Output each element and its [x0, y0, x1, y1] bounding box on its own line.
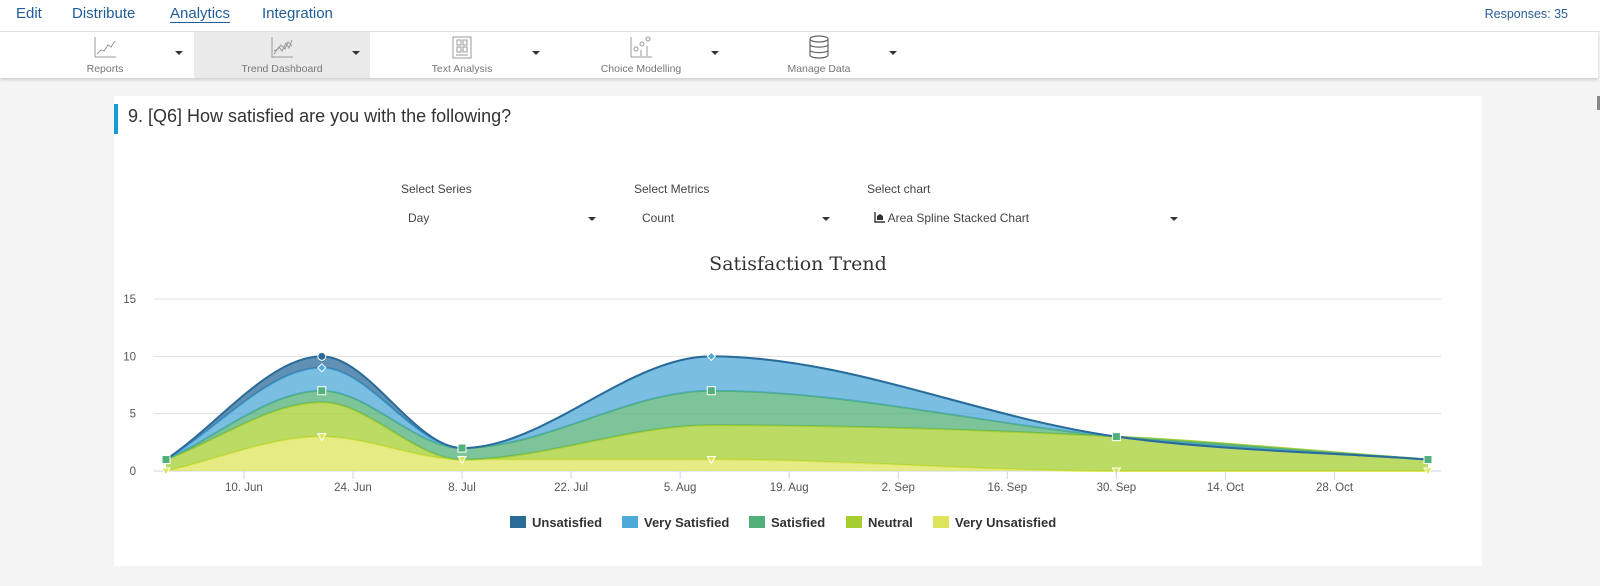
legend-swatch — [933, 516, 949, 528]
top-navigation: Edit Distribute Analytics Integration Re… — [0, 0, 1600, 32]
toolbar-reports-label: Reports — [86, 63, 124, 75]
legend-swatch — [749, 516, 765, 528]
legend-item[interactable]: Very Unsatisfied — [933, 515, 1056, 530]
satisfaction-trend-chart: Satisfaction Trend 0 5 10 15 10. Jun 24. Jun 8… — [123, 253, 1441, 530]
toolbar-trend-dashboard[interactable]: Trend Dashboard — [194, 32, 370, 78]
legend-label: Unsatisfied — [532, 515, 602, 530]
analytics-toolbar: Reports Trend Dashboard Text Analysis Ch… — [0, 32, 1598, 78]
legend-swatch — [622, 516, 638, 528]
x-tick-label: 5. Aug — [664, 482, 697, 494]
trend-chart-icon — [271, 37, 293, 58]
y-tick-label: 0 — [130, 466, 136, 478]
marker-satisfied — [317, 386, 327, 396]
chart-title: Satisfaction Trend — [709, 253, 887, 275]
legend-label: Neutral — [868, 515, 913, 530]
toolbar-choice-modelling-label: Choice Modelling — [600, 63, 682, 75]
tab-edit[interactable]: Edit — [16, 5, 42, 22]
marker-satisfied — [1111, 432, 1121, 442]
legend-item[interactable]: Unsatisfied — [510, 515, 602, 530]
toolbar-manage-data-label: Manage Data — [787, 63, 851, 75]
toolbar-manage-data[interactable]: Manage Data — [731, 32, 907, 78]
marker-unsatisfied — [317, 351, 327, 361]
x-tick-label: 2. Sep — [882, 482, 915, 494]
tab-analytics[interactable]: Analytics — [170, 5, 230, 22]
tab-distribute[interactable]: Distribute — [72, 5, 135, 22]
question-card: 9. [Q6] How satisfied are you with the f… — [114, 96, 1482, 566]
chevron-down-icon[interactable] — [532, 51, 540, 55]
x-tick-label: 16. Sep — [988, 482, 1028, 494]
x-tick-label: 14. Oct — [1207, 482, 1245, 494]
chevron-down-icon[interactable] — [175, 51, 183, 55]
x-tick-label: 10. Jun — [225, 482, 263, 494]
legend-item[interactable]: Neutral — [846, 515, 913, 530]
x-tick-label: 30. Sep — [1097, 482, 1137, 494]
y-tick-label: 15 — [123, 294, 136, 306]
text-analysis-icon — [452, 36, 472, 59]
line-chart-icon — [94, 37, 116, 58]
legend-label: Very Satisfied — [644, 515, 729, 530]
x-tick-label: 24. Jun — [334, 482, 372, 494]
legend-layer: Unsatisfied Very Satisfied Satisfied Neutra… — [510, 515, 1056, 530]
legend-swatch — [510, 516, 526, 528]
toolbar-text-analysis[interactable]: Text Analysis — [374, 32, 550, 78]
legend-item[interactable]: Satisfied — [749, 515, 825, 530]
y-tick-label: 5 — [130, 409, 136, 421]
toolbar-trend-dashboard-label: Trend Dashboard — [241, 63, 323, 75]
legend-item[interactable]: Very Satisfied — [622, 515, 729, 530]
toolbar-text-analysis-label: Text Analysis — [431, 63, 493, 75]
chevron-down-icon[interactable] — [352, 51, 360, 55]
toolbar-reports[interactable]: Reports — [17, 32, 193, 78]
toolbar-choice-modelling[interactable]: Choice Modelling — [553, 32, 729, 78]
x-tick-label: 19. Aug — [770, 482, 809, 494]
legend-label: Very Unsatisfied — [955, 515, 1056, 530]
tab-integration[interactable]: Integration — [262, 5, 333, 22]
marker-satisfied — [457, 443, 467, 453]
marker-satisfied — [706, 386, 716, 396]
legend-label: Satisfied — [771, 515, 825, 530]
marker-satisfied — [1423, 455, 1433, 465]
database-icon — [809, 35, 829, 59]
responses-count: Responses: 35 — [1484, 7, 1568, 21]
marker-satisfied — [161, 455, 171, 465]
x-tick-label: 8. Jul — [448, 482, 476, 494]
chevron-down-icon[interactable] — [711, 51, 719, 55]
y-tick-label: 10 — [123, 351, 136, 363]
choice-modelling-icon — [630, 36, 652, 58]
chevron-down-icon[interactable] — [889, 51, 897, 55]
x-tick-label: 22. Jul — [554, 482, 588, 494]
x-tick-label: 28. Oct — [1316, 482, 1354, 494]
legend-swatch — [846, 516, 862, 528]
